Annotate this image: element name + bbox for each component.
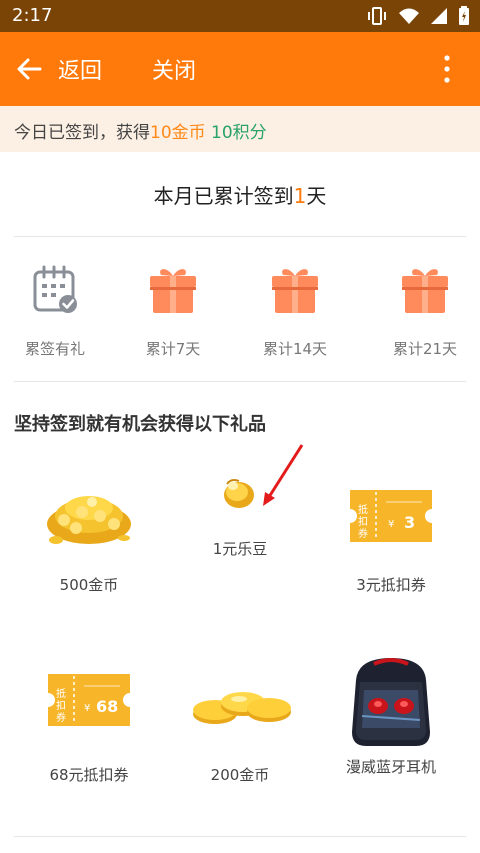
gift-box-icon xyxy=(150,269,196,313)
gift-label: 3元抵扣券 xyxy=(356,576,426,594)
coupon-icon: 抵 扣 券 ¥ 3 xyxy=(350,490,432,542)
svg-text:¥: ¥ xyxy=(388,519,394,530)
svg-text:扣: 扣 xyxy=(56,699,66,712)
divider xyxy=(14,381,466,382)
back-arrow-icon[interactable] xyxy=(14,54,44,84)
svg-text:抵: 抵 xyxy=(56,687,66,700)
gift-item-3-yuan-coupon[interactable]: 抵 扣 券 ¥ 3 3元抵扣券 xyxy=(316,472,466,595)
coupon-value: 3 xyxy=(404,513,415,532)
reward-item-21-days[interactable]: 累计21天 xyxy=(370,262,480,359)
month-count: 1 xyxy=(293,184,307,208)
gift-item-200-coins[interactable]: 200金币 xyxy=(165,660,315,785)
signal-icon xyxy=(431,8,447,24)
vibrate-icon xyxy=(368,7,386,25)
notice-text: 今日已签到，获得10金币 10积分 xyxy=(14,118,267,143)
gift-label: 68元抵扣券 xyxy=(49,766,129,784)
svg-text:¥: ¥ xyxy=(84,703,90,714)
status-bar: 2:17 xyxy=(0,0,480,32)
divider xyxy=(14,236,466,237)
notice-points: 10积分 xyxy=(211,123,267,143)
reward-label: 累签有礼 xyxy=(24,340,85,358)
divider xyxy=(14,836,466,837)
coupon-icon: 抵 扣 券 ¥ 68 xyxy=(48,674,130,726)
notice-coins: 10金币 xyxy=(150,123,206,143)
gift-item-500-coins[interactable]: 500金币 xyxy=(14,472,164,595)
gift-item-1-yuan-ledou[interactable]: 1元乐豆 xyxy=(165,440,315,559)
back-button[interactable]: 返回 xyxy=(58,53,102,85)
gift-item-68-yuan-coupon[interactable]: 抵 扣 券 ¥ 68 68元抵扣券 xyxy=(14,660,164,785)
reward-item-cumulative[interactable]: 累签有礼 xyxy=(0,262,110,359)
toolbar: 返回 关闭 xyxy=(0,32,480,106)
month-prefix: 本月已累计签到 xyxy=(153,184,294,208)
month-summary: 本月已累计签到1天 xyxy=(0,180,480,209)
svg-text:券: 券 xyxy=(358,527,368,540)
gift-box-icon xyxy=(272,269,318,313)
wifi-icon xyxy=(399,8,419,24)
gift-label: 200金币 xyxy=(210,766,270,784)
golden-bean-icon xyxy=(224,444,304,508)
gift-label: 漫威蓝牙耳机 xyxy=(345,758,436,776)
coupon-value: 68 xyxy=(96,697,118,716)
reward-label: 累计21天 xyxy=(392,340,458,358)
reward-label: 累计14天 xyxy=(262,340,328,358)
gift-box-icon xyxy=(402,269,448,313)
gold-coins-icon xyxy=(193,692,291,724)
gift-label: 500金币 xyxy=(59,576,119,594)
gifts-title: 坚持签到就有机会获得以下礼品 xyxy=(14,414,266,435)
gift-item-marvel-earphones[interactable]: 漫威蓝牙耳机 xyxy=(316,650,466,777)
calendar-check-icon xyxy=(33,265,77,313)
reward-item-7-days[interactable]: 累计7天 xyxy=(118,262,228,359)
reward-label: 累计7天 xyxy=(145,340,201,358)
close-button[interactable]: 关闭 xyxy=(152,53,196,85)
svg-text:抵: 抵 xyxy=(358,503,368,516)
status-time: 2:17 xyxy=(12,5,53,26)
gift-label: 1元乐豆 xyxy=(212,540,268,558)
svg-text:券: 券 xyxy=(56,711,66,724)
status-icons xyxy=(366,6,470,26)
battery-icon xyxy=(459,6,469,25)
more-options-icon[interactable] xyxy=(442,54,452,84)
earphones-case-icon xyxy=(352,658,430,746)
svg-text:扣: 扣 xyxy=(358,515,368,528)
notice-prefix: 今日已签到，获得 xyxy=(14,123,150,143)
sign-in-notice: 今日已签到，获得10金币 10积分 xyxy=(0,106,480,152)
reward-item-14-days[interactable]: 累计14天 xyxy=(240,262,350,359)
gold-coin-pile-icon xyxy=(47,496,131,544)
month-suffix: 天 xyxy=(306,184,327,208)
